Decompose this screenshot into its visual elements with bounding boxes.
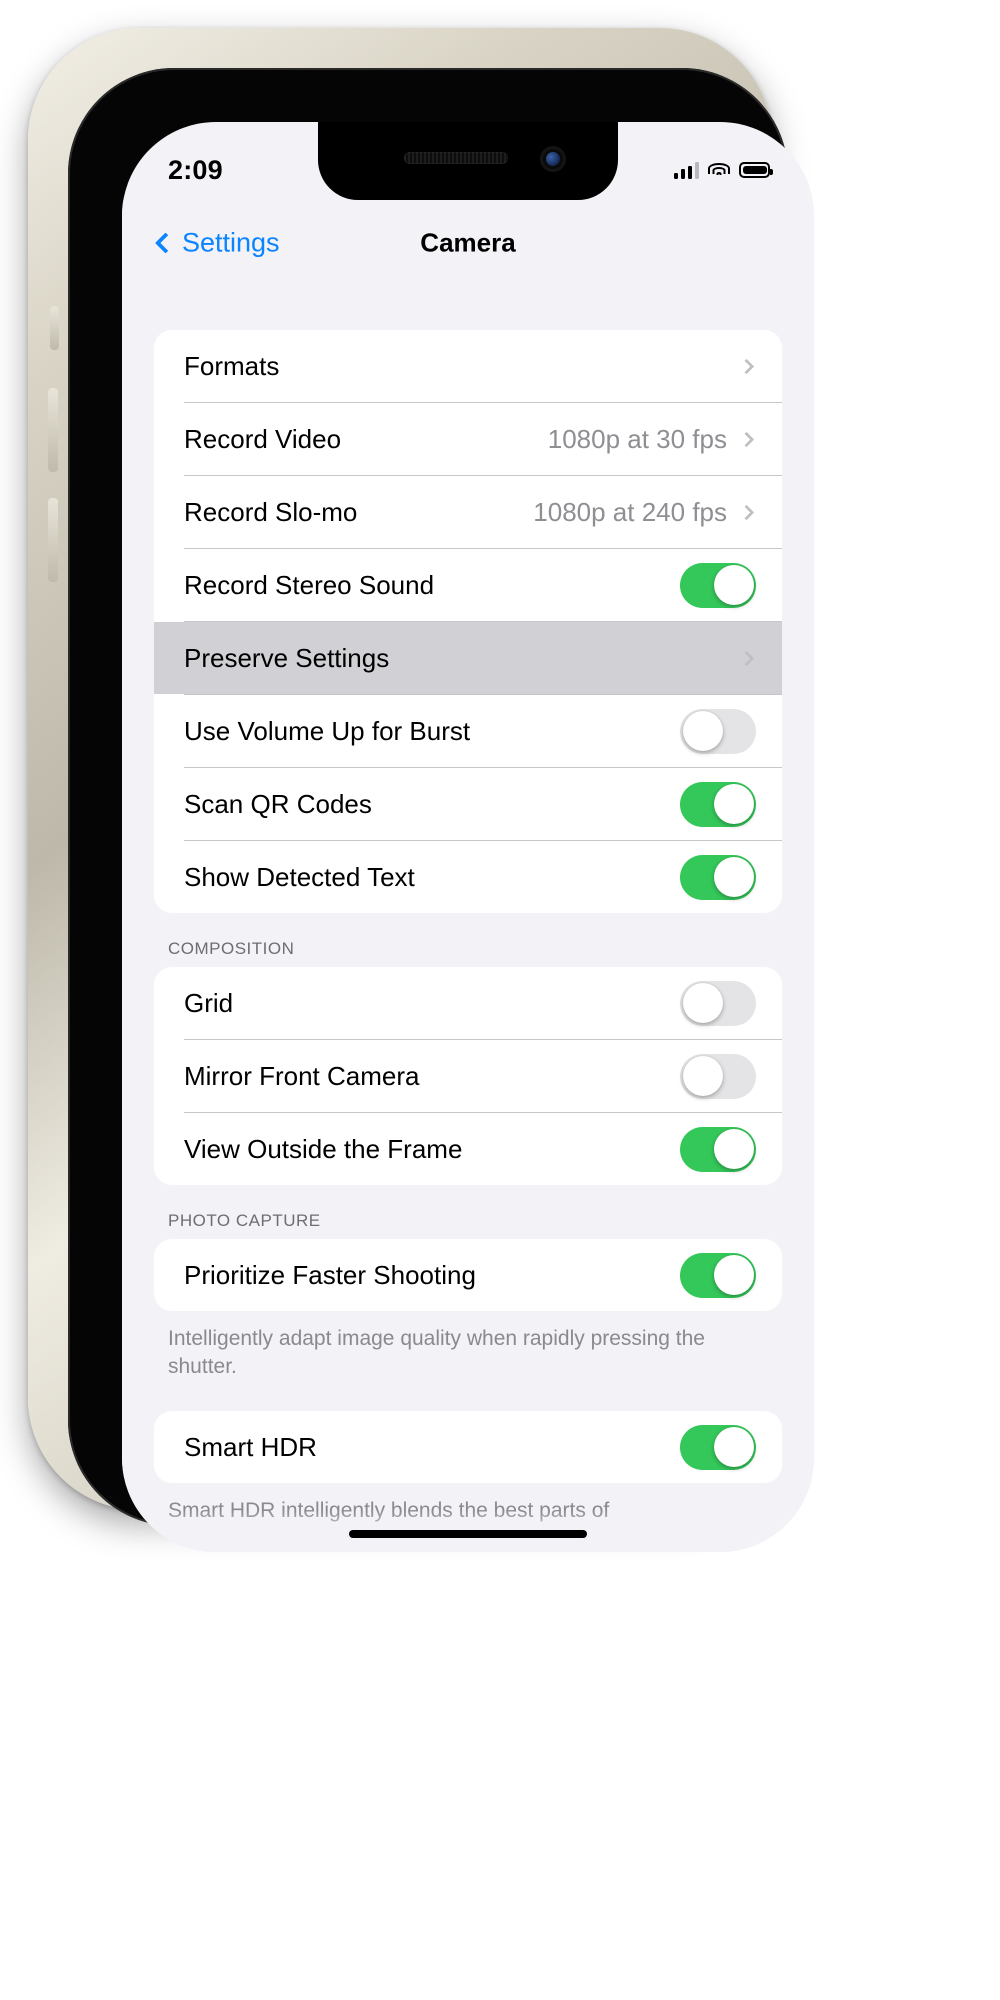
settings-row[interactable]: Record Video 1080p at 30 fps [154,403,782,475]
settings-row[interactable]: View Outside the Frame [154,1113,782,1185]
settings-row-label: Record Stereo Sound [184,569,435,600]
settings-row-label: Preserve Settings [184,642,390,673]
toggle-switch-off[interactable] [680,1053,756,1099]
front-camera-icon [540,146,566,172]
settings-row-label: Use Volume Up for Burst [184,715,471,746]
settings-row[interactable]: Grid [154,967,782,1039]
toggle-knob [713,1255,754,1295]
chevron-right-icon [738,358,755,374]
device-bezel: 2:09 Settings Camera Formats Record Vide… [68,68,814,1552]
chevron-right-icon [738,431,755,447]
wifi-icon [708,162,730,179]
section-footer-text: Intelligently adapt image quality when r… [168,1327,705,1379]
settings-row-label: Record Video [184,423,342,454]
volume-down-button[interactable] [48,498,58,582]
navigation-bar: Settings Camera [122,200,814,286]
notch [318,122,618,200]
toggle-switch-on[interactable] [680,562,756,608]
toggle-switch-off[interactable] [680,980,756,1026]
settings-row-label: Prioritize Faster Shooting [184,1259,476,1290]
settings-row[interactable]: Smart HDR [154,1411,782,1484]
chevron-right-icon [738,504,755,520]
settings-row-label: Record Slo-mo [184,496,358,527]
settings-row[interactable]: Mirror Front Camera [154,1040,782,1112]
status-bar-indicators [673,162,773,179]
settings-list[interactable]: Formats Record Video 1080p at 30 fps Record… [122,286,814,1552]
toggle-switch-on[interactable] [680,1424,756,1470]
settings-row-label: Formats [184,350,280,381]
toggle-knob [713,857,754,897]
settings-row[interactable]: Preserve Settings [154,622,782,694]
settings-row[interactable]: Formats [154,330,782,402]
settings-row-label: Grid [184,987,234,1018]
settings-row[interactable]: Prioritize Faster Shooting [154,1239,782,1311]
section-header: PHOTO CAPTURE [168,1211,321,1230]
section-footer-text: Smart HDR intelligently blends the best … [168,1499,610,1523]
settings-row[interactable]: Scan QR Codes [154,768,782,840]
earpiece-speaker-icon [404,152,508,164]
settings-row[interactable]: Show Detected Text [154,841,782,913]
chevron-right-icon [738,650,755,666]
toggle-switch-off[interactable] [680,708,756,754]
settings-row-label: Show Detected Text [184,861,415,892]
device-screen: 2:09 Settings Camera Formats Record Vide… [122,122,814,1552]
settings-group: Formats Record Video 1080p at 30 fps Record… [154,330,782,913]
settings-row[interactable]: Record Slo-mo 1080p at 240 fps [154,476,782,548]
cellular-bars-icon [673,162,699,179]
toggle-knob [713,1129,754,1169]
toggle-switch-on[interactable] [680,854,756,900]
toggle-knob [713,1427,754,1468]
settings-group: Smart HDR [154,1411,782,1484]
settings-row-label: Scan QR Codes [184,788,372,819]
home-indicator[interactable] [349,1530,587,1538]
settings-row-value: 1080p at 240 fps [533,496,727,527]
page-title: Camera [420,227,516,258]
settings-row[interactable]: Record Stereo Sound [154,549,782,621]
mute-switch-button[interactable] [50,306,59,350]
settings-row-label: Mirror Front Camera [184,1060,420,1091]
toggle-switch-on[interactable] [680,1126,756,1172]
settings-row-label: View Outside the Frame [184,1133,463,1164]
settings-row-label: Smart HDR [184,1431,317,1462]
toggle-knob [713,565,754,605]
toggle-knob [713,784,754,824]
volume-up-button[interactable] [48,388,58,472]
section-header: COMPOSITION [168,939,295,958]
settings-group: Grid Mirror Front Camera View Outside the … [154,967,782,1185]
iphone-device-frame: 2:09 Settings Camera Formats Record Vide… [28,28,814,1552]
screenshot-canvas: 2:09 Settings Camera Formats Record Vide… [0,0,1000,2000]
battery-icon [739,162,773,178]
toggle-switch-on[interactable] [680,1252,756,1298]
settings-row-value: 1080p at 30 fps [547,423,727,454]
toggle-switch-on[interactable] [680,781,756,827]
settings-group: Prioritize Faster Shooting [154,1239,782,1311]
toggle-knob [682,1056,723,1096]
toggle-knob [682,983,723,1023]
toggle-knob [682,711,723,751]
settings-row[interactable]: Use Volume Up for Burst [154,695,782,767]
status-bar-time: 2:09 [168,154,223,185]
